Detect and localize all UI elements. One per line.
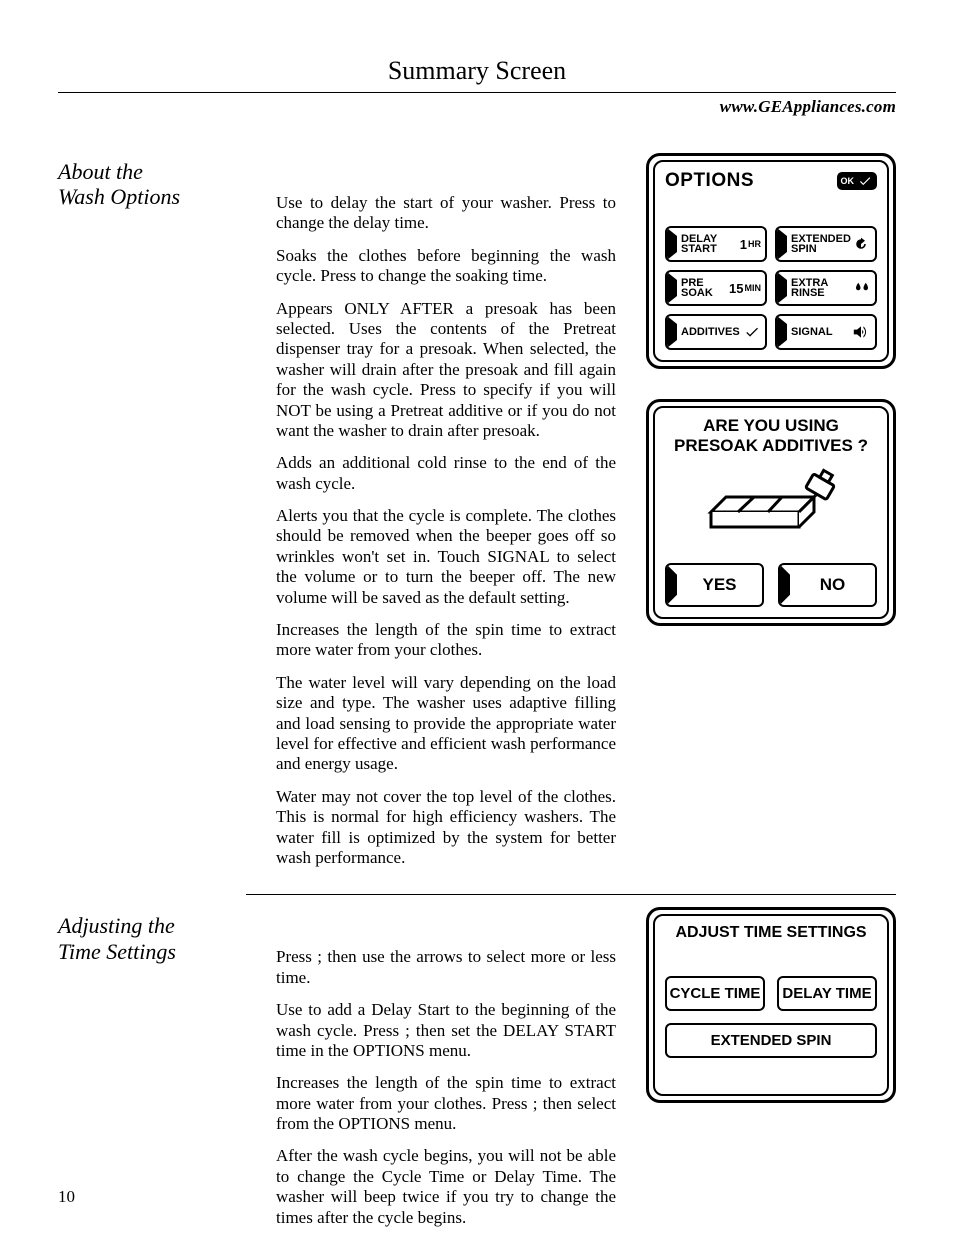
paragraph-extra-rinse: Adds an additional cold rinse to the end… (276, 453, 616, 494)
section-wash-options: About the Wash Options Use to delay the … (58, 153, 896, 880)
section-adjust-time: Adjusting the Time Settings Press ; then… (58, 907, 896, 1240)
softkey-delay-time[interactable]: DELAY TIME (777, 976, 877, 1011)
options-title: OPTIONS (665, 170, 754, 192)
paragraph-signal: Alerts you that the cycle is complete. T… (276, 506, 616, 608)
softkey-pre-soak[interactable]: PRESOAK 15MIN (665, 270, 767, 306)
section-separator (246, 894, 896, 895)
paragraph-extended-spin: Increases the length of the spin time to… (276, 1073, 616, 1134)
ok-text: OK (841, 177, 855, 186)
softkey-cycle-time[interactable]: CYCLE TIME (665, 976, 765, 1011)
site-url: www.GEAppliances.com (58, 97, 896, 117)
ats-title: ADJUST TIME SETTINGS (665, 924, 877, 942)
section-title: About the Wash Options (58, 159, 246, 880)
page-title: Summary Screen (58, 56, 896, 86)
softkey-extended-spin[interactable]: EXTENDED SPIN (665, 1023, 877, 1058)
paragraph-delay-time: Use to add a Delay Start to the beginnin… (276, 1000, 616, 1061)
softkey-additives[interactable]: ADDITIVES (665, 314, 767, 350)
paragraph-presoak: Soaks the clothes before beginning the w… (276, 246, 616, 287)
check-icon (743, 324, 765, 340)
title-line-1: About the (58, 159, 143, 184)
presoak-question: ARE YOU USING PRESOAK ADDITIVES ? (665, 416, 877, 457)
softkey-extended-spin[interactable]: EXTENDEDSPIN (775, 226, 877, 262)
check-icon (857, 174, 873, 188)
paragraph-note-1: The water level will vary depending on t… (276, 673, 616, 775)
ok-badge: OK (837, 172, 878, 190)
title-line-1: Adjusting the (58, 913, 175, 938)
adjust-time-settings-panel: ADJUST TIME SETTINGS CYCLE TIME DELAY TI… (646, 907, 896, 1103)
options-panel: OPTIONS OK DELAYSTART 1HR (646, 153, 896, 369)
paragraph-note: After the wash cycle begins, you will no… (276, 1146, 616, 1228)
title-line-2: Wash Options (58, 184, 180, 209)
figures-column: ADJUST TIME SETTINGS CYCLE TIME DELAY TI… (646, 907, 896, 1240)
figures-column: OPTIONS OK DELAYSTART 1HR (646, 153, 896, 880)
softkey-signal[interactable]: SIGNAL (775, 314, 877, 350)
softkey-yes[interactable]: YES (665, 563, 764, 607)
header-rule (58, 92, 896, 93)
title-line-2: Time Settings (58, 939, 176, 964)
drops-icon (853, 280, 875, 296)
spin-icon (851, 236, 875, 252)
paragraph-note-2: Water may not cover the top level of the… (276, 787, 616, 869)
softkey-delay-start[interactable]: DELAYSTART 1HR (665, 226, 767, 262)
paragraph-extended-spin: Increases the length of the spin time to… (276, 620, 616, 661)
softkey-no[interactable]: NO (778, 563, 877, 607)
body-text: Press ; then use the arrows to select mo… (276, 907, 616, 1240)
tray-illustration (665, 467, 877, 547)
paragraph-delay-start: Use to delay the start of your washer. P… (276, 193, 616, 234)
paragraph-additives: Appears ONLY AFTER a presoak has been se… (276, 299, 616, 442)
page: Summary Screen www.GEAppliances.com Abou… (0, 0, 954, 1235)
speaker-icon (851, 324, 875, 340)
section-title: Adjusting the Time Settings (58, 913, 246, 1240)
softkey-extra-rinse[interactable]: EXTRARINSE (775, 270, 877, 306)
page-number: 10 (58, 1187, 75, 1207)
paragraph-cycle-time: Press ; then use the arrows to select mo… (276, 947, 616, 988)
body-text: Use to delay the start of your washer. P… (276, 153, 616, 880)
presoak-additives-panel: ARE YOU USING PRESOAK ADDITIVES ? (646, 399, 896, 626)
